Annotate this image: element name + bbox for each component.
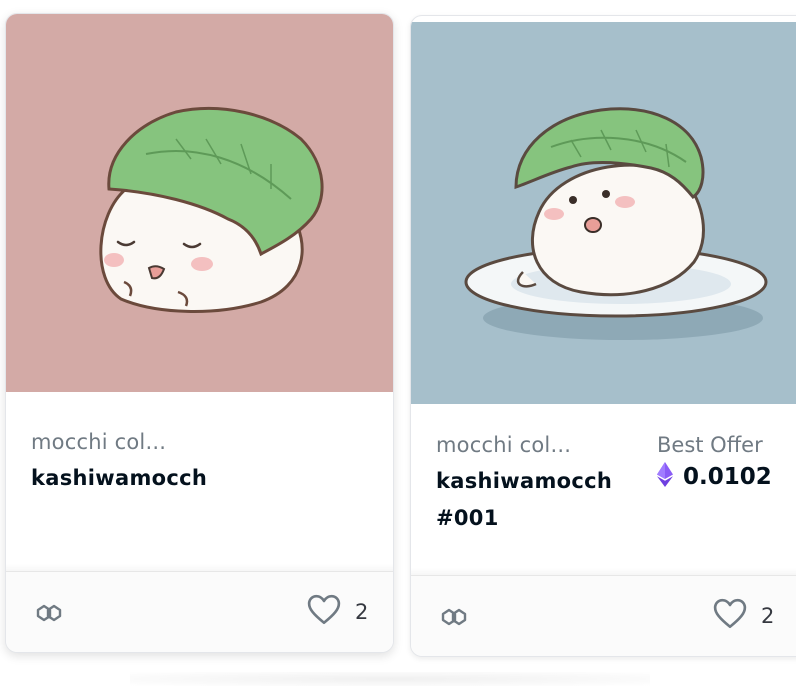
best-offer-price: 0.0102 <box>657 462 772 491</box>
nft-image[interactable] <box>6 14 393 392</box>
nft-card[interactable]: mocchi col... kashiwamocch 2 <box>5 13 394 653</box>
favorite-count: 2 <box>761 604 775 628</box>
polygon-icon <box>34 598 64 628</box>
collection-name[interactable]: mocchi col... <box>436 433 571 457</box>
heart-outline-icon[interactable] <box>307 594 341 630</box>
favorite-button[interactable]: 2 <box>307 594 368 630</box>
nft-card[interactable]: mocchi col... kashiwamocch #001 Best Off… <box>410 15 796 657</box>
asset-name[interactable]: kashiwamocch <box>31 461 207 495</box>
ethereum-icon <box>657 462 673 491</box>
favorite-button[interactable]: 2 <box>713 598 774 634</box>
collection-name[interactable]: mocchi col... <box>31 430 166 454</box>
best-offer-label: Best Offer <box>657 433 763 457</box>
card-footer: 2 <box>6 564 393 652</box>
heart-outline-icon[interactable] <box>713 598 747 634</box>
asset-name-line1[interactable]: kashiwamocch <box>436 464 612 498</box>
asset-name-line2[interactable]: #001 <box>436 501 499 535</box>
price-value: 0.0102 <box>683 463 772 490</box>
polygon-icon <box>439 602 469 632</box>
favorite-count: 2 <box>355 600 369 624</box>
card-footer: 2 <box>411 568 796 656</box>
nft-image[interactable] <box>411 22 796 404</box>
